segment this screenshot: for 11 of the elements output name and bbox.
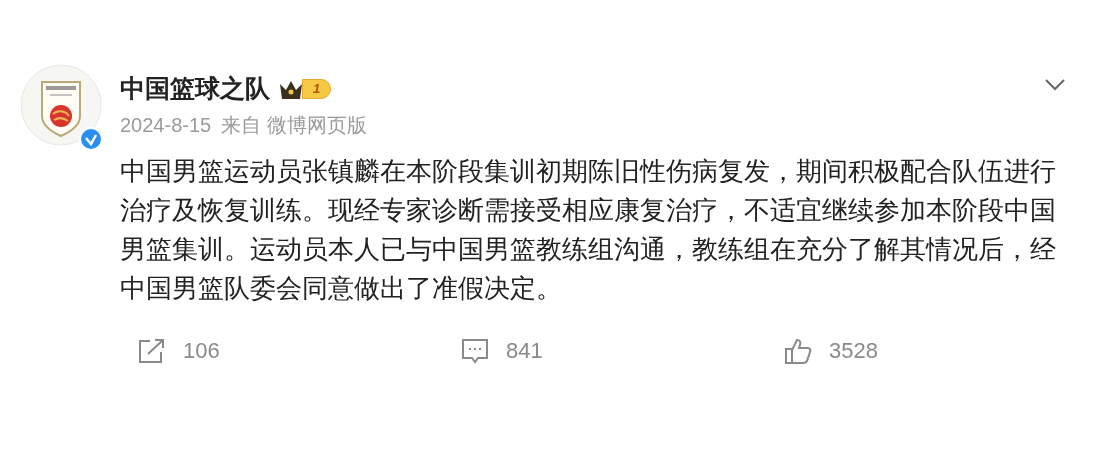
chevron-down-icon[interactable]	[1044, 78, 1066, 92]
action-count: 106	[183, 337, 220, 365]
author-name[interactable]: 中国篮球之队	[120, 70, 270, 108]
action-count: 3528	[829, 337, 878, 365]
post-body: 中国男篮运动员张镇麟在本阶段集训初期陈旧性伤病复发，期间积极配合队伍进行治疗及恢复训练。现经专家诊断需接受相应康复治疗，不适宜继续参加本阶段中国男篮集训。运动员本人已与中国男篮教练组沟通，教练组在充分了解其情况后，经中国男篮队委会同意做出了准假决定。	[120, 156, 1057, 304]
level-badge: 1	[302, 79, 332, 99]
share-icon[interactable]	[137, 336, 167, 365]
thumbs-up-icon[interactable]	[783, 336, 813, 365]
post-source: 来自 微博网页版	[221, 113, 367, 138]
action-count: 841	[506, 337, 543, 365]
comment-icon[interactable]	[460, 336, 490, 365]
